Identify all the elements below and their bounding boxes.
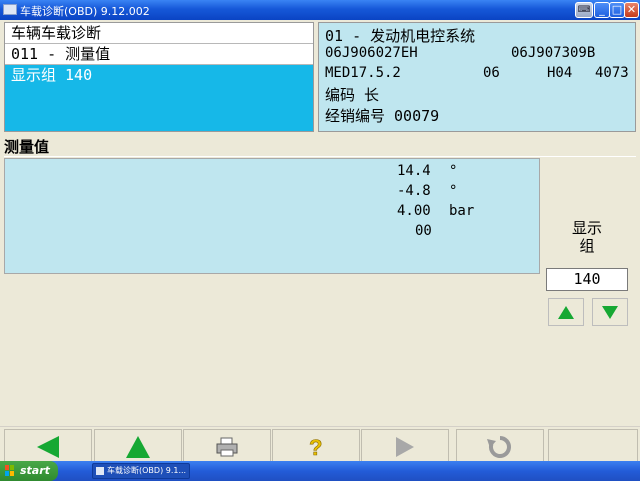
- group-down-button[interactable]: [592, 298, 628, 326]
- measurement-unit: bar: [449, 203, 475, 219]
- taskbar-item-obd[interactable]: 车载诊断(OBD) 9.1...: [92, 463, 190, 479]
- start-label: start: [20, 464, 50, 477]
- taskbar-item-label: 车载诊断(OBD) 9.1...: [107, 466, 187, 475]
- taskbar: start 车载诊断(OBD) 9.1...: [0, 461, 640, 481]
- start-button[interactable]: start: [0, 461, 58, 481]
- system-name: 01 - 发动机电控系统: [325, 27, 476, 45]
- navigation-panel: 车辆车载诊断 011 - 测量值 显示组 140: [4, 22, 314, 132]
- ecu-info-panel: 01 - 发动机电控系统 06J906027EH 06J907309B MED1…: [318, 22, 636, 132]
- part-number-2: 06J907309B: [511, 45, 596, 61]
- measurement-value: 4.00: [397, 203, 431, 219]
- nav-group-selected[interactable]: 显示组 140: [5, 65, 313, 131]
- back-button[interactable]: [4, 429, 92, 463]
- ecu-model: MED17.5.2: [325, 65, 401, 81]
- measurements-panel: 14.4 ° -4.8 ° 4.00 bar 00: [4, 158, 540, 274]
- ecu-code-2: H04: [547, 65, 573, 81]
- keyboard-button[interactable]: ⌨: [575, 2, 593, 18]
- play-icon: [396, 436, 414, 457]
- nav-title: 车辆车载诊断: [5, 23, 313, 44]
- ecu-code-3: 4073: [595, 65, 629, 81]
- group-up-button[interactable]: [548, 298, 584, 326]
- measurement-unit: °: [449, 183, 458, 199]
- help-button[interactable]: ?: [272, 429, 360, 463]
- part-number: 06J906027EH: [325, 45, 418, 61]
- measurement-value: -4.8: [397, 183, 431, 199]
- help-icon: ?: [309, 435, 323, 459]
- printer-icon: [216, 437, 238, 456]
- title-bar: 车载诊断(OBD) 9.12.002 ⌨ _ □ ✕: [0, 0, 640, 20]
- group-label-line2: 组: [579, 237, 595, 255]
- up-arrow-icon: [126, 435, 150, 458]
- minimize-button[interactable]: _: [594, 2, 610, 18]
- ecu-code-1: 06: [483, 65, 500, 81]
- bottom-toolbar: ?: [0, 426, 640, 463]
- close-button[interactable]: ✕: [624, 2, 639, 18]
- svg-text:?: ?: [309, 435, 322, 459]
- app-icon: [3, 4, 17, 15]
- back-arrow-icon: [37, 435, 59, 458]
- group-label-line1: 显示: [571, 219, 602, 237]
- maximize-button[interactable]: □: [609, 2, 625, 18]
- measurements-title: 测量值: [4, 138, 50, 156]
- nav-function[interactable]: 011 - 测量值: [5, 44, 313, 65]
- windows-flag-icon: [5, 465, 14, 476]
- up-triangle-icon: [558, 306, 574, 319]
- down-triangle-icon: [602, 306, 618, 319]
- group-label: 显示 组: [548, 219, 626, 255]
- group-number-input[interactable]: 140: [546, 268, 628, 291]
- coding: 编码 长: [325, 86, 380, 104]
- dealer-number: 经销编号 00079: [325, 107, 440, 125]
- refresh-icon: [487, 435, 511, 458]
- measurement-value: 00: [415, 223, 432, 239]
- measurement-value: 14.4: [397, 163, 431, 179]
- measurement-unit: °: [449, 163, 458, 179]
- empty-toolbar-slot: [548, 429, 638, 463]
- window-title: 车载诊断(OBD) 9.12.002: [20, 5, 150, 18]
- divider: [4, 156, 636, 157]
- play-button[interactable]: [361, 429, 449, 463]
- refresh-button[interactable]: [456, 429, 544, 463]
- print-button[interactable]: [183, 429, 271, 463]
- up-button[interactable]: [94, 429, 182, 463]
- app-icon: [96, 467, 104, 475]
